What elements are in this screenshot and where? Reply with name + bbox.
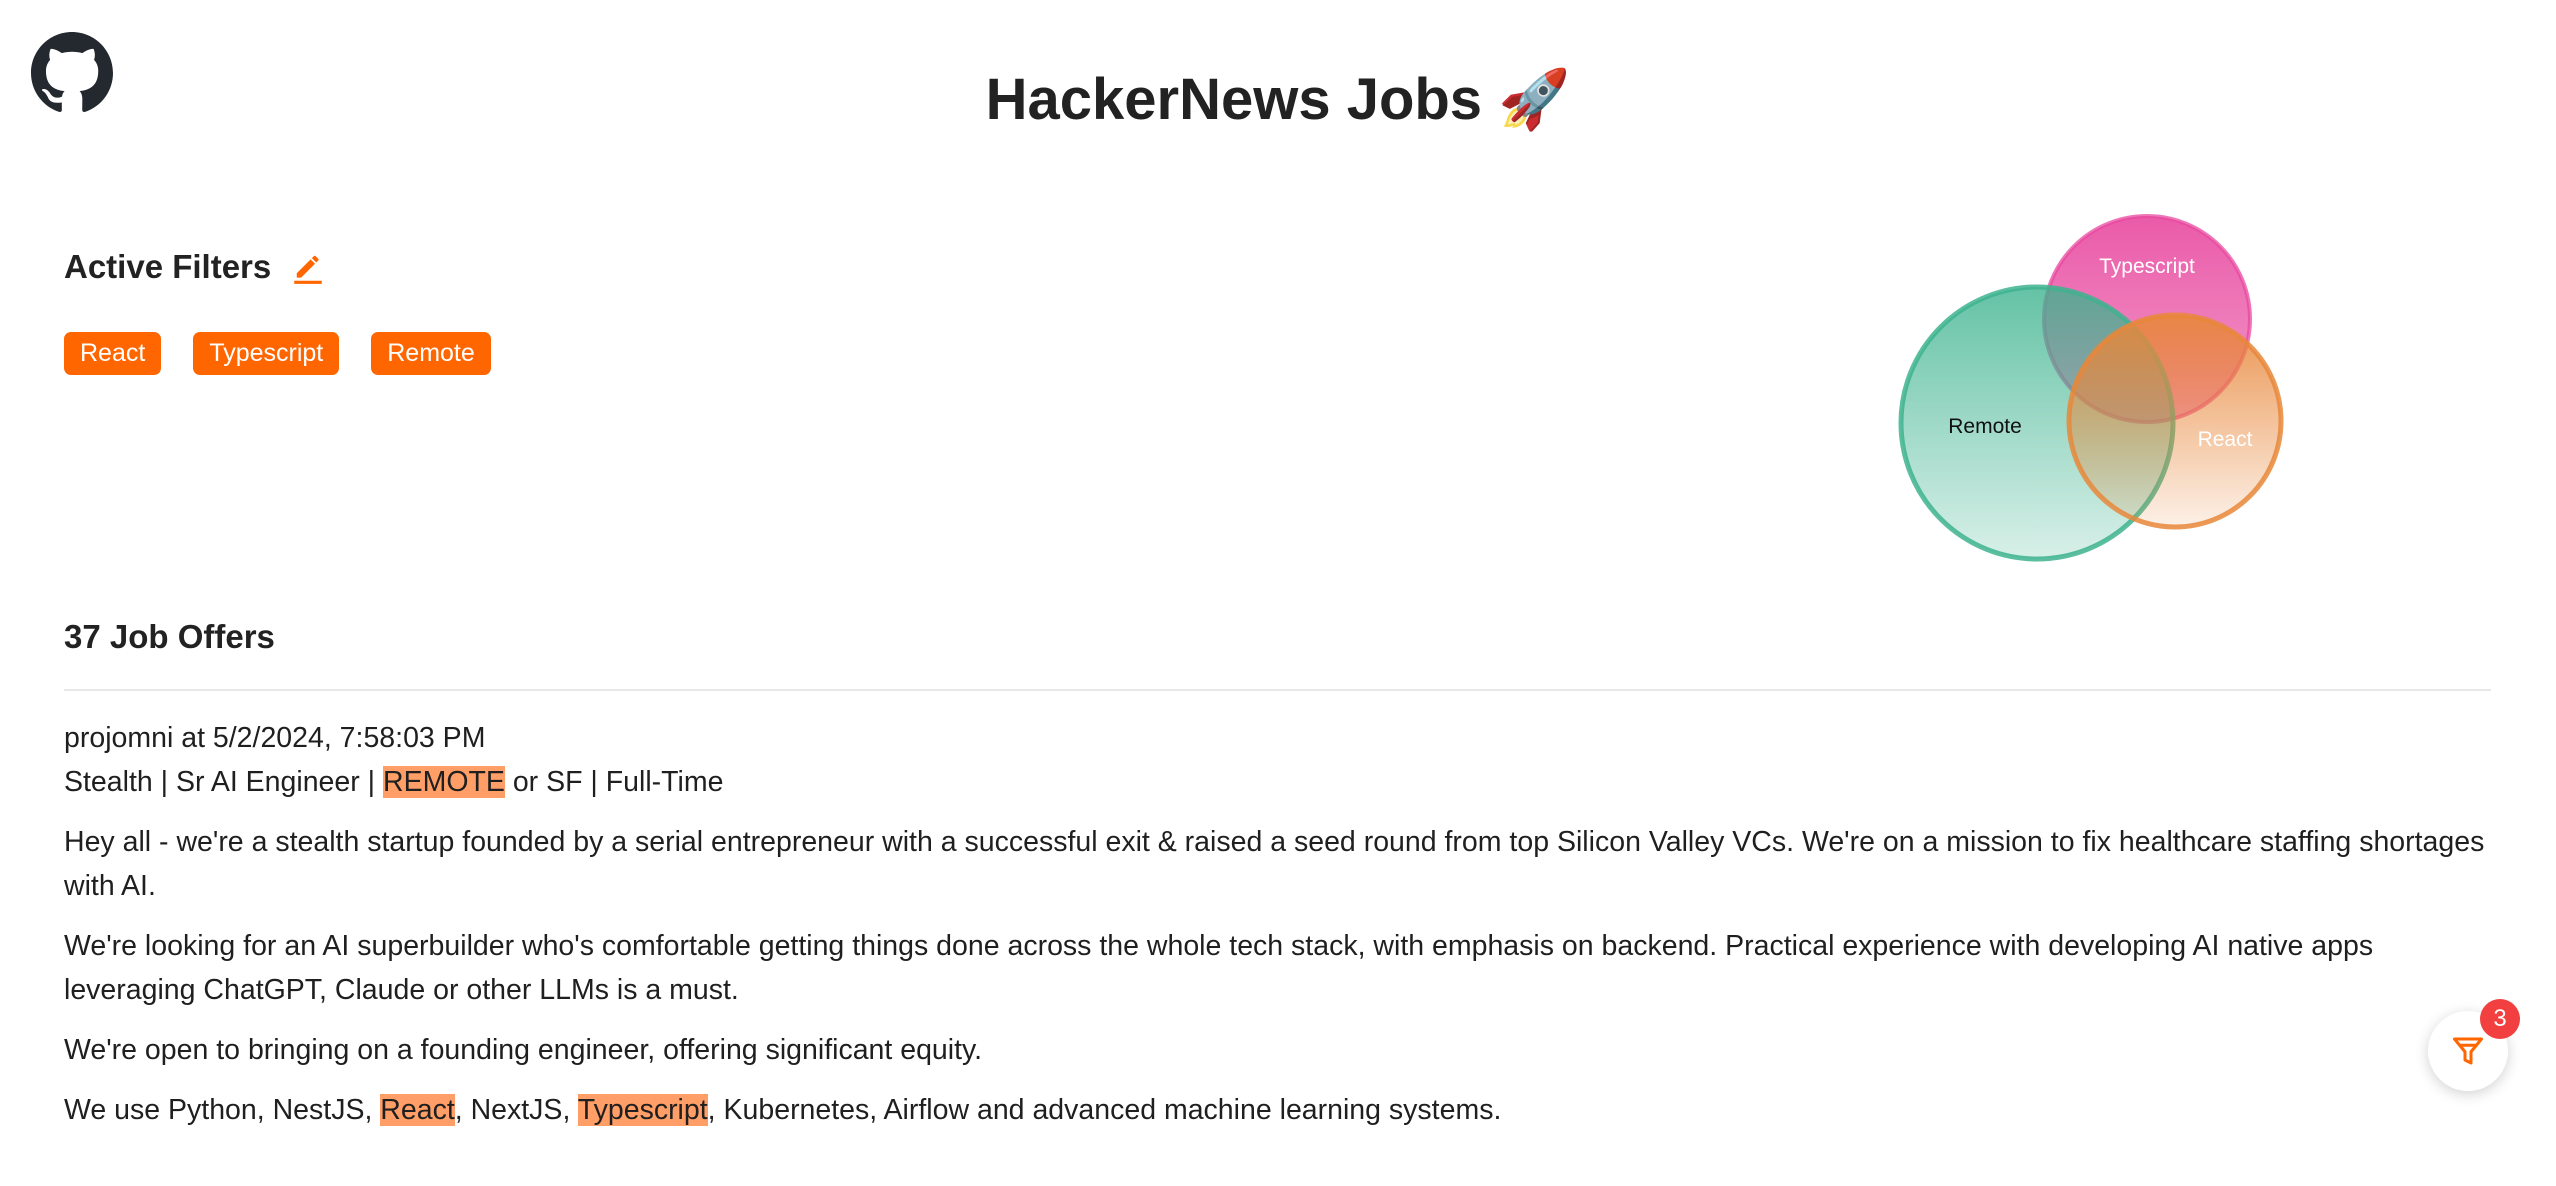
job-post: projomni at 5/2/2024, 7:58:03 PM Stealth… [64, 716, 2494, 1148]
job-subject: Stealth | Sr AI Engineer | REMOTE or SF … [64, 760, 2494, 804]
active-filters-header: Active Filters [64, 248, 323, 286]
stack-text: , Kubernetes, Airflow and advanced machi… [707, 1094, 1502, 1126]
job-count-heading: 37 Job Offers [64, 618, 275, 655]
edit-filters-button[interactable] [293, 250, 323, 284]
job-subject-before: Stealth | Sr AI Engineer | [64, 766, 383, 798]
filter-icon [2453, 1037, 2483, 1065]
stack-text: , NextJS, [454, 1094, 578, 1126]
filter-count-badge: 3 [2480, 999, 2520, 1039]
keyword-highlight-react: React [380, 1094, 455, 1126]
job-paragraph: Hey all - we're a stealth startup founde… [64, 826, 2485, 902]
venn-diagram: Typescript Remote React [1880, 210, 2300, 570]
filter-tag-remote[interactable]: Remote [371, 332, 491, 375]
filter-tag-react[interactable]: React [64, 332, 162, 375]
filter-tag-list: React Typescript Remote [64, 332, 491, 375]
job-meta: projomni at 5/2/2024, 7:58:03 PM [64, 722, 486, 754]
keyword-highlight-remote: REMOTE [382, 766, 505, 798]
job-paragraph: We're looking for an AI superbuilder who… [64, 930, 2374, 1006]
pencil-icon [294, 255, 322, 284]
job-paragraph: We're open to bringing on a founding eng… [64, 1034, 983, 1066]
venn-label-remote: Remote [1948, 415, 2022, 438]
venn-label-typescript: Typescript [2099, 255, 2195, 278]
filter-tag-typescript[interactable]: Typescript [193, 332, 340, 375]
venn-label-react: React [2198, 428, 2253, 451]
active-filters-title: Active Filters [64, 248, 272, 285]
job-stack-paragraph: We use Python, NestJS, React, NextJS, Ty… [64, 1088, 2494, 1132]
divider [64, 689, 2491, 691]
keyword-highlight-typescript: Typescript [577, 1094, 708, 1126]
job-subject-after: or SF | Full-Time [504, 766, 724, 798]
venn-set-react [2066, 312, 2284, 530]
page-title: HackerNews Jobs 🚀 [985, 67, 1571, 132]
stack-text: We use Python, NestJS, [64, 1094, 381, 1126]
